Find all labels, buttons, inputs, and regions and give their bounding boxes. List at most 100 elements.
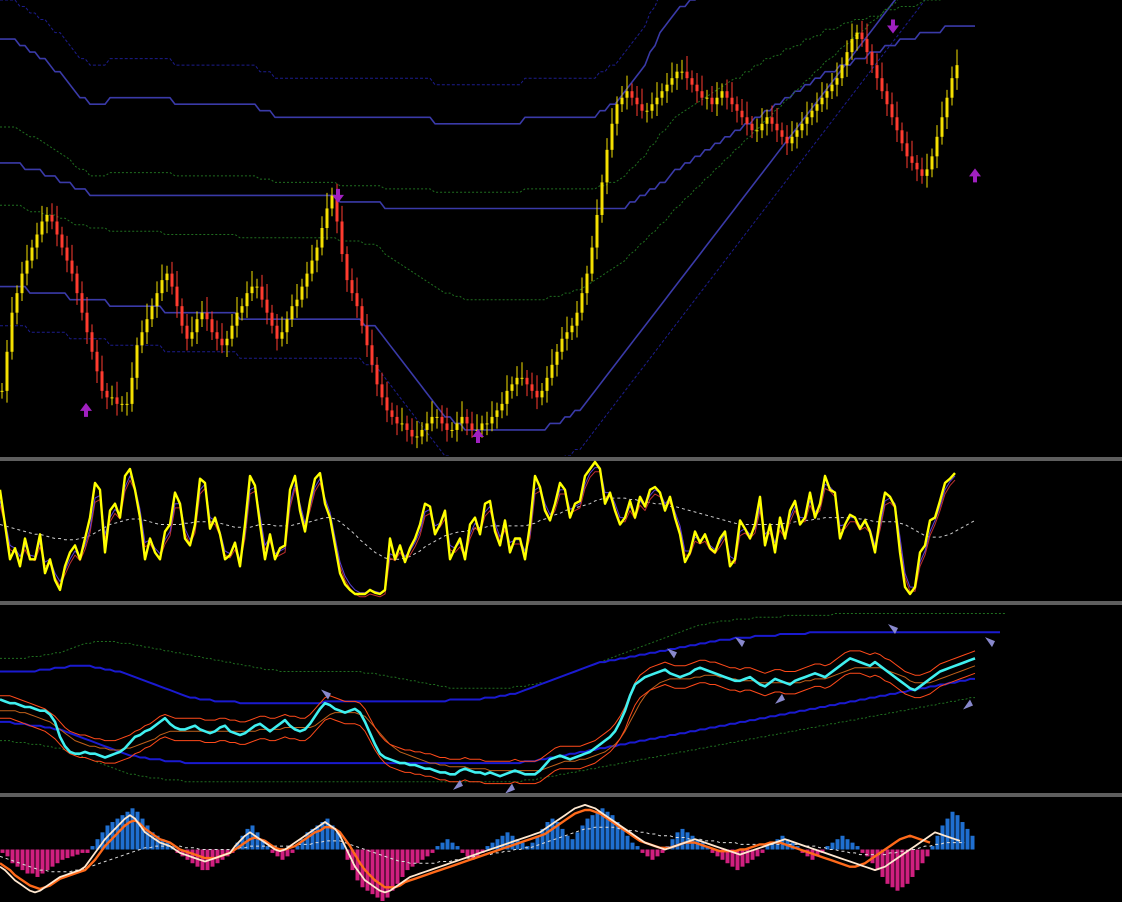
histogram-bar-negative — [35, 849, 40, 877]
bull-candle — [680, 71, 684, 73]
histogram-bar-negative — [45, 849, 50, 871]
bear-candle — [270, 312, 274, 326]
histogram-bar-positive — [935, 835, 940, 850]
bull-candle — [155, 293, 159, 307]
bull-candle — [195, 319, 199, 333]
bull-candle — [295, 299, 299, 307]
bear-candle — [750, 123, 754, 131]
bear-candle — [915, 162, 919, 170]
histogram-bar-negative — [55, 849, 60, 864]
bull-candle — [40, 221, 44, 235]
histogram-bar-positive — [130, 808, 135, 850]
histogram-bar-positive — [635, 846, 640, 850]
histogram-bar-negative — [910, 849, 915, 877]
bear-candle — [90, 332, 94, 352]
bear-candle — [530, 384, 534, 391]
bull-candle — [25, 260, 29, 274]
histogram-bar-positive — [970, 835, 975, 850]
bear-candle — [685, 71, 689, 79]
histogram-bar-positive — [530, 842, 535, 850]
bull-candle — [600, 182, 604, 215]
histogram-bar-positive — [840, 835, 845, 850]
bear-candle — [215, 332, 219, 339]
bull-candle — [250, 286, 254, 294]
bull-candle — [505, 390, 509, 404]
histogram-bar-positive — [850, 842, 855, 850]
bull-candle — [590, 247, 594, 274]
bull-candle — [550, 364, 554, 378]
bull-candle — [280, 332, 284, 339]
histogram-bar-negative — [920, 849, 925, 864]
bull-candle — [570, 325, 574, 333]
histogram-bar-negative — [380, 849, 385, 901]
bear-candle — [105, 390, 109, 398]
bear-candle — [275, 325, 279, 339]
bear-candle — [180, 306, 184, 326]
histogram-bar-negative — [890, 849, 895, 888]
histogram-bar-positive — [135, 811, 140, 850]
histogram-bar-positive — [440, 842, 445, 850]
histogram-bar-negative — [50, 849, 55, 867]
histogram-bar-positive — [930, 846, 935, 850]
bear-candle — [695, 84, 699, 92]
histogram-bar-negative — [20, 849, 25, 871]
bull-candle — [5, 351, 9, 391]
bear-candle — [205, 312, 209, 320]
bear-candle — [385, 397, 389, 411]
bull-candle — [625, 91, 629, 98]
bull-candle — [15, 293, 19, 313]
bull-candle — [940, 117, 944, 137]
bear-candle — [85, 312, 89, 333]
bull-candle — [330, 195, 334, 209]
bear-candle — [210, 319, 214, 333]
chart-root — [0, 0, 1122, 902]
bear-candle — [775, 123, 779, 131]
histogram-bar-positive — [450, 842, 455, 850]
bull-candle — [790, 136, 794, 144]
bear-candle — [340, 221, 344, 255]
bull-candle — [420, 429, 424, 437]
bear-candle — [875, 65, 879, 79]
histogram-bar-negative — [410, 849, 415, 867]
histogram-bar-positive — [845, 839, 850, 850]
histogram-bar-positive — [570, 839, 575, 850]
bull-candle — [300, 286, 304, 300]
bear-candle — [265, 299, 269, 313]
bull-candle — [645, 110, 649, 112]
histogram-bar-negative — [425, 849, 430, 857]
bull-candle — [515, 377, 519, 385]
bear-candle — [885, 91, 889, 105]
bull-candle — [455, 423, 459, 430]
histogram-bar-negative — [460, 849, 465, 853]
bear-candle — [175, 286, 179, 307]
histogram-bar-negative — [640, 849, 645, 853]
histogram-bar-positive — [945, 818, 950, 850]
bull-candle — [810, 110, 814, 118]
histogram-bar-negative — [85, 849, 90, 853]
histogram-bar-positive — [590, 815, 595, 850]
histogram-bar-negative — [650, 849, 655, 860]
bull-candle — [580, 293, 584, 313]
bull-candle — [715, 97, 719, 105]
bull-candle — [565, 332, 569, 339]
bear-candle — [525, 377, 529, 385]
bear-candle — [465, 416, 469, 424]
bull-candle — [855, 32, 859, 40]
bear-candle — [445, 423, 449, 430]
bear-candle — [75, 273, 79, 294]
bear-candle — [360, 306, 364, 326]
bull-candle — [835, 78, 839, 85]
histogram-bar-negative — [760, 849, 765, 853]
bull-candle — [665, 84, 669, 92]
bear-candle — [395, 416, 399, 424]
histogram-bar-positive — [320, 822, 325, 850]
bull-candle — [840, 65, 844, 79]
histogram-bar-positive — [620, 828, 625, 850]
bear-candle — [700, 91, 704, 98]
bear-candle — [630, 91, 634, 98]
bear-candle — [390, 410, 394, 417]
bear-candle — [710, 97, 714, 105]
histogram-bar-positive — [965, 828, 970, 850]
bull-candle — [670, 78, 674, 85]
bull-candle — [200, 312, 204, 320]
